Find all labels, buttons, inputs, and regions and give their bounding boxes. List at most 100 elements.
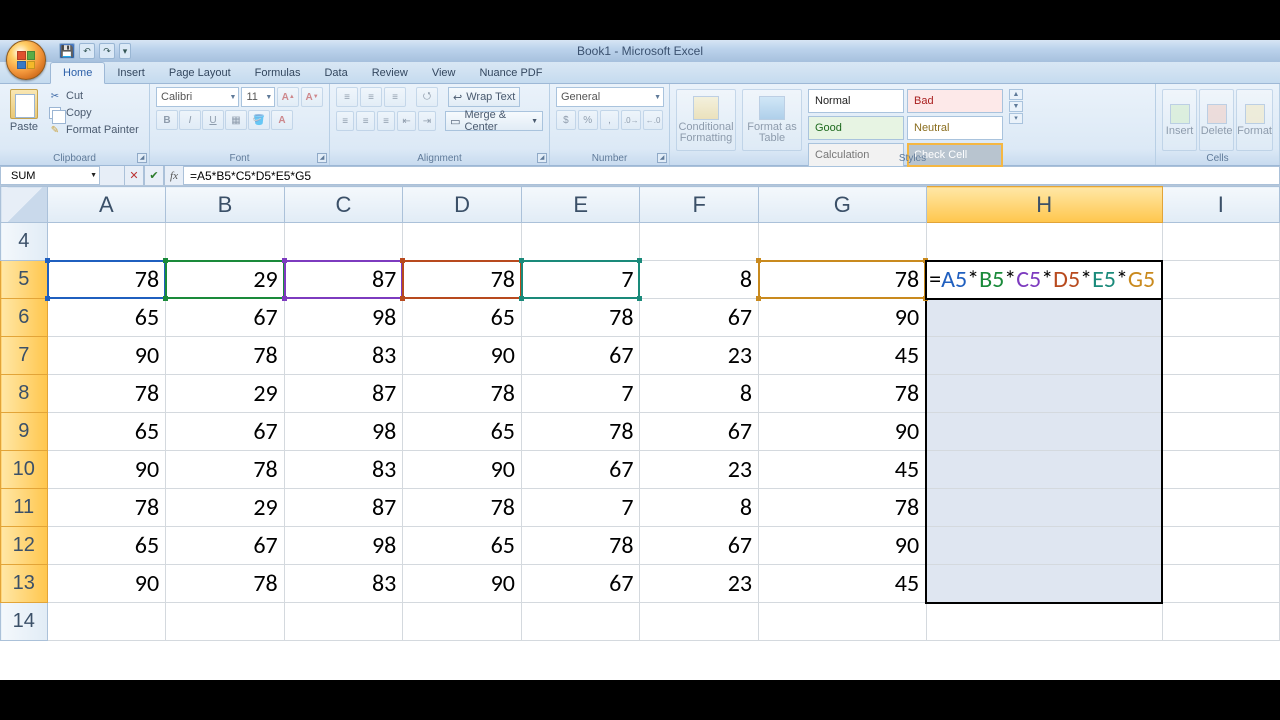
cell-E14[interactable] bbox=[521, 603, 640, 641]
format-painter-button[interactable]: ✎Format Painter bbox=[48, 123, 139, 137]
cell-C5[interactable]: 87 bbox=[284, 261, 403, 299]
cell-H14[interactable] bbox=[926, 603, 1162, 641]
cell-I5[interactable] bbox=[1162, 261, 1279, 299]
formula-input[interactable] bbox=[184, 166, 1280, 185]
cell-I10[interactable] bbox=[1162, 451, 1279, 489]
delete-cells-button[interactable]: Delete bbox=[1199, 89, 1234, 151]
cell-B13[interactable]: 78 bbox=[166, 565, 285, 603]
cell-B7[interactable]: 78 bbox=[166, 337, 285, 375]
cell-F5[interactable]: 8 bbox=[640, 261, 759, 299]
increase-decimal-button[interactable]: .0→ bbox=[621, 110, 641, 130]
cell-G8[interactable]: 78 bbox=[759, 375, 927, 413]
decrease-decimal-button[interactable]: ←.0 bbox=[643, 110, 663, 130]
cell-A8[interactable]: 78 bbox=[47, 375, 166, 413]
col-header-D[interactable]: D bbox=[403, 187, 522, 223]
qat-redo-icon[interactable]: ↷ bbox=[99, 43, 115, 59]
cell-E7[interactable]: 67 bbox=[521, 337, 640, 375]
cell-B12[interactable]: 67 bbox=[166, 527, 285, 565]
qat-save-icon[interactable]: 💾 bbox=[59, 43, 75, 59]
format-as-table-button[interactable]: Format as Table bbox=[742, 89, 802, 151]
cell-E13[interactable]: 67 bbox=[521, 565, 640, 603]
tab-nuance-pdf[interactable]: Nuance PDF bbox=[467, 63, 554, 83]
cell-C11[interactable]: 87 bbox=[284, 489, 403, 527]
enter-button[interactable]: ✔ bbox=[144, 166, 164, 185]
grow-font-button[interactable]: A▲ bbox=[277, 87, 299, 107]
row-header-11[interactable]: 11 bbox=[1, 489, 48, 527]
align-center-button[interactable]: ≡ bbox=[356, 111, 374, 131]
cell-F7[interactable]: 23 bbox=[640, 337, 759, 375]
font-dialog-launcher[interactable]: ◢ bbox=[317, 153, 327, 163]
style-normal[interactable]: Normal bbox=[808, 89, 904, 113]
worksheet-grid[interactable]: ABCDEFGHI45782987787878=A5*B5*C5*D5*E5*G… bbox=[0, 186, 1280, 680]
shrink-font-button[interactable]: A▼ bbox=[301, 87, 323, 107]
tab-formulas[interactable]: Formulas bbox=[243, 63, 313, 83]
name-box[interactable]: SUM▼ bbox=[0, 166, 100, 185]
cell-H9[interactable] bbox=[926, 413, 1162, 451]
percent-button[interactable]: % bbox=[578, 110, 598, 130]
underline-button[interactable]: U bbox=[202, 110, 224, 130]
cell-F8[interactable]: 8 bbox=[640, 375, 759, 413]
row-header-5[interactable]: 5 bbox=[1, 261, 48, 299]
copy-button[interactable]: Copy bbox=[48, 106, 139, 120]
cell-G11[interactable]: 78 bbox=[759, 489, 927, 527]
cell-G12[interactable]: 90 bbox=[759, 527, 927, 565]
cell-H11[interactable] bbox=[926, 489, 1162, 527]
font-size-combo[interactable]: 11▼ bbox=[241, 87, 275, 107]
cell-A5[interactable]: 78 bbox=[47, 261, 166, 299]
cell-B5[interactable]: 29 bbox=[166, 261, 285, 299]
col-header-I[interactable]: I bbox=[1162, 187, 1279, 223]
align-right-button[interactable]: ≡ bbox=[377, 111, 395, 131]
cell-E6[interactable]: 78 bbox=[521, 299, 640, 337]
cell-E4[interactable] bbox=[521, 223, 640, 261]
cell-I13[interactable] bbox=[1162, 565, 1279, 603]
cell-C12[interactable]: 98 bbox=[284, 527, 403, 565]
align-middle-button[interactable]: ≡ bbox=[360, 87, 382, 107]
indent-dec-button[interactable]: ⇤ bbox=[397, 111, 415, 131]
cell-D8[interactable]: 78 bbox=[403, 375, 522, 413]
cell-D13[interactable]: 90 bbox=[403, 565, 522, 603]
cell-D9[interactable]: 65 bbox=[403, 413, 522, 451]
cell-H12[interactable] bbox=[926, 527, 1162, 565]
indent-inc-button[interactable]: ⇥ bbox=[418, 111, 436, 131]
cell-F4[interactable] bbox=[640, 223, 759, 261]
cell-D6[interactable]: 65 bbox=[403, 299, 522, 337]
cell-H5[interactable]: =A5*B5*C5*D5*E5*G5 bbox=[926, 261, 1162, 299]
cell-C6[interactable]: 98 bbox=[284, 299, 403, 337]
row-header-12[interactable]: 12 bbox=[1, 527, 48, 565]
paste-icon[interactable] bbox=[10, 89, 38, 119]
cell-B4[interactable] bbox=[166, 223, 285, 261]
cell-G10[interactable]: 45 bbox=[759, 451, 927, 489]
cell-E8[interactable]: 7 bbox=[521, 375, 640, 413]
cell-C13[interactable]: 83 bbox=[284, 565, 403, 603]
cell-F10[interactable]: 23 bbox=[640, 451, 759, 489]
bold-button[interactable]: B bbox=[156, 110, 178, 130]
col-header-F[interactable]: F bbox=[640, 187, 759, 223]
tab-view[interactable]: View bbox=[420, 63, 468, 83]
row-header-6[interactable]: 6 bbox=[1, 299, 48, 337]
row-header-13[interactable]: 13 bbox=[1, 565, 48, 603]
cell-C10[interactable]: 83 bbox=[284, 451, 403, 489]
cell-H13[interactable] bbox=[926, 565, 1162, 603]
office-button[interactable] bbox=[6, 40, 46, 80]
fill-color-button[interactable]: 🪣 bbox=[248, 110, 270, 130]
col-header-B[interactable]: B bbox=[166, 187, 285, 223]
gallery-more-button[interactable]: ▾ bbox=[1009, 113, 1023, 124]
fx-button[interactable]: fx bbox=[164, 166, 184, 185]
cell-G4[interactable] bbox=[759, 223, 927, 261]
font-name-combo[interactable]: Calibri▼ bbox=[156, 87, 239, 107]
cell-F6[interactable]: 67 bbox=[640, 299, 759, 337]
cell-F13[interactable]: 23 bbox=[640, 565, 759, 603]
row-header-9[interactable]: 9 bbox=[1, 413, 48, 451]
alignment-dialog-launcher[interactable]: ◢ bbox=[537, 153, 547, 163]
cell-A9[interactable]: 65 bbox=[47, 413, 166, 451]
tab-review[interactable]: Review bbox=[360, 63, 420, 83]
cancel-button[interactable]: ✕ bbox=[124, 166, 144, 185]
row-header-10[interactable]: 10 bbox=[1, 451, 48, 489]
cell-B14[interactable] bbox=[166, 603, 285, 641]
cell-G9[interactable]: 90 bbox=[759, 413, 927, 451]
cell-I4[interactable] bbox=[1162, 223, 1279, 261]
select-all-cell[interactable] bbox=[1, 187, 48, 223]
style-good[interactable]: Good bbox=[808, 116, 904, 140]
cell-I7[interactable] bbox=[1162, 337, 1279, 375]
insert-cells-button[interactable]: Insert bbox=[1162, 89, 1197, 151]
